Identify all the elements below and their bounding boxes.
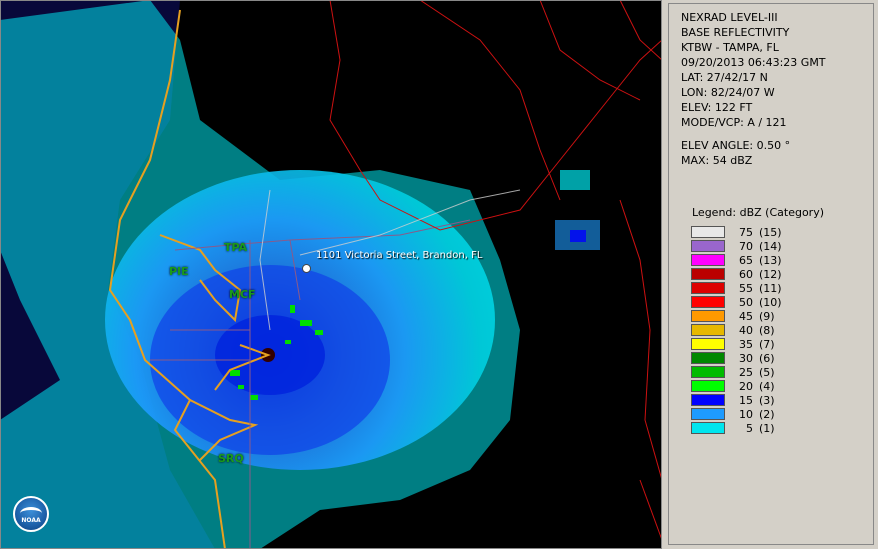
legend-category: (3) (759, 393, 775, 407)
site-label-pie: PIE (169, 265, 189, 278)
legend-swatch (691, 324, 725, 336)
legend-row: 10 (2) (691, 407, 873, 421)
latitude: LAT: 27/42/17 N (681, 71, 768, 84)
noaa-logo: NOAA (13, 496, 49, 532)
legend-value: 55 (739, 281, 753, 295)
legend-value: 60 (739, 267, 753, 281)
legend-category: (8) (759, 323, 775, 337)
legend-swatch (691, 268, 725, 280)
legend-swatch (691, 254, 725, 266)
max-reflectivity: MAX: 54 dBZ (681, 154, 753, 167)
radar-map[interactable]: TPA PIE MCF SRQ 1101 Victoria Street, Br… (0, 0, 662, 549)
legend-title: Legend: dBZ (Category) (692, 206, 824, 219)
legend-row: 55 (11) (691, 281, 873, 295)
legend-category: (4) (759, 379, 775, 393)
legend-row: 5 (1) (691, 421, 873, 435)
legend-value: 65 (739, 253, 753, 267)
legend-category: (12) (759, 267, 782, 281)
legend-row: 35 (7) (691, 337, 873, 351)
station-name: KTBW - TAMPA, FL (681, 41, 779, 54)
legend-swatch (691, 226, 725, 238)
legend-value: 25 (739, 365, 753, 379)
site-label-srq: SRQ (218, 452, 244, 465)
site-label-mcf: MCF (229, 288, 256, 301)
legend-swatch (691, 408, 725, 420)
legend-value: 15 (739, 393, 753, 407)
legend-row: 45 (9) (691, 309, 873, 323)
legend-swatch (691, 394, 725, 406)
legend-row: 75 (15) (691, 225, 873, 239)
noaa-logo-text: NOAA (21, 517, 41, 524)
legend-row: 40 (8) (691, 323, 873, 337)
legend-value: 70 (739, 239, 753, 253)
legend-category: (14) (759, 239, 782, 253)
legend-value: 75 (739, 225, 753, 239)
legend-swatch (691, 366, 725, 378)
legend-category: (6) (759, 351, 775, 365)
legend-category: (1) (759, 421, 775, 435)
legend-category: (7) (759, 337, 775, 351)
legend-value: 50 (739, 295, 753, 309)
legend-swatch (691, 240, 725, 252)
site-label-tpa: TPA (224, 241, 248, 254)
legend-row: 50 (10) (691, 295, 873, 309)
legend-value: 20 (739, 379, 753, 393)
legend-value: 45 (739, 309, 753, 323)
mode-vcp: MODE/VCP: A / 121 (681, 116, 787, 129)
legend-category: (13) (759, 253, 782, 267)
legend-swatch (691, 296, 725, 308)
legend-swatch (691, 380, 725, 392)
legend-category: (11) (759, 281, 782, 295)
elevation-angle: ELEV ANGLE: 0.50 ° (681, 139, 791, 152)
address-label: 1101 Victoria Street, Brandon, FL (316, 250, 483, 261)
legend-category: (2) (759, 407, 775, 421)
timestamp: 09/20/2013 06:43:23 GMT (681, 56, 826, 69)
info-panel: NEXRAD LEVEL-III BASE REFLECTIVITY KTBW … (668, 3, 874, 545)
legend-value: 5 (746, 421, 753, 435)
legend-swatch (691, 338, 725, 350)
radar-image (0, 0, 662, 549)
elevation: ELEV: 122 FT (681, 101, 753, 114)
legend-row: 15 (3) (691, 393, 873, 407)
legend-value: 40 (739, 323, 753, 337)
legend-category: (5) (759, 365, 775, 379)
legend-value: 30 (739, 351, 753, 365)
legend-swatch (691, 422, 725, 434)
legend-value: 35 (739, 337, 753, 351)
legend-row: 60 (12) (691, 267, 873, 281)
legend-row: 25 (5) (691, 365, 873, 379)
legend-row: 30 (6) (691, 351, 873, 365)
location-marker[interactable] (302, 264, 311, 273)
legend-row: 70 (14) (691, 239, 873, 253)
longitude: LON: 82/24/07 W (681, 86, 775, 99)
legend-category: (10) (759, 295, 782, 309)
product-type: BASE REFLECTIVITY (681, 26, 790, 39)
legend: 75 (15) 70 (14) 65 (13) 60 (12) 55 (11) 50 (10) 45 (9… (681, 225, 873, 435)
legend-row: 65 (13) (691, 253, 873, 267)
product-line: NEXRAD LEVEL-III (681, 11, 778, 24)
legend-swatch (691, 282, 725, 294)
legend-category: (15) (759, 225, 782, 239)
legend-swatch (691, 310, 725, 322)
legend-value: 10 (739, 407, 753, 421)
legend-category: (9) (759, 309, 775, 323)
legend-swatch (691, 352, 725, 364)
legend-row: 20 (4) (691, 379, 873, 393)
